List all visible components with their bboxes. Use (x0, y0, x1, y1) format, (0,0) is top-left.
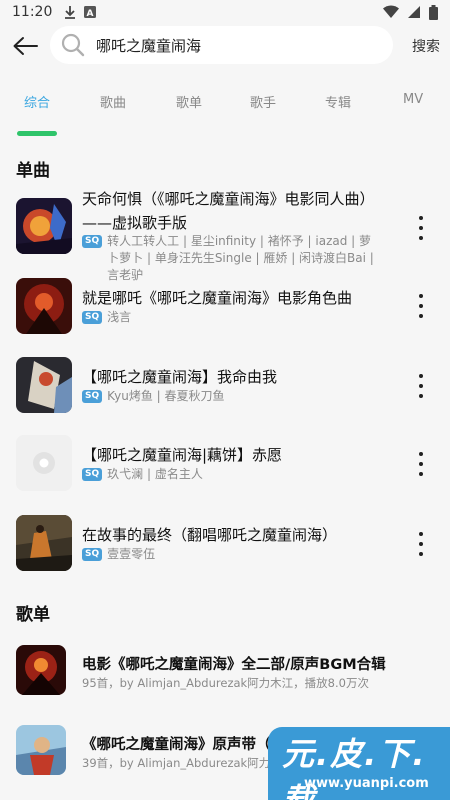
more-dot (419, 236, 423, 240)
result-tabs: 综合 歌曲 歌单 歌手 专辑 MV (0, 92, 450, 118)
more-dot (419, 294, 423, 298)
more-dot (419, 314, 423, 318)
song-cover (16, 515, 72, 571)
song-item[interactable]: 天命何惧（《哪吒之魔童闹海》电影同人曲）——虚拟歌手版 SQ 转人工转人工 | … (0, 190, 450, 282)
svg-text:A: A (87, 9, 94, 18)
song-title: 【哪吒之魔童闹海|藕饼】赤愿 (82, 446, 283, 464)
search-button[interactable]: 搜索 (412, 36, 440, 56)
song-artists: SQ 浅言 (82, 309, 382, 326)
song-artists-text: Kyu烤鱼 | 春夏秋刀鱼 (107, 389, 225, 403)
sq-badge: SQ (82, 311, 103, 324)
watermark-url: www.yuanpi.com (304, 776, 429, 791)
active-tab-indicator (17, 131, 57, 136)
song-artists: SQ 壹壹零伍 (82, 546, 382, 563)
back-button[interactable] (10, 32, 40, 60)
playlist-meta: 95首，by Alimjan_Abdurezak阿力木江，播放8.0万次 (82, 676, 369, 690)
playlist-title: 电影《哪吒之魔童闹海》全二部/原声BGM合辑 (82, 657, 386, 673)
more-dot (419, 226, 423, 230)
search-bar: 搜索 (0, 26, 450, 66)
more-dot (419, 452, 423, 456)
playlist-cover (16, 725, 66, 775)
playlist-item[interactable]: 电影《哪吒之魔童闹海》全二部/原声BGM合辑 95首，by Alimjan_Ab… (0, 640, 450, 710)
more-options-button[interactable] (416, 452, 426, 476)
more-dot (419, 532, 423, 536)
playlist-cover (16, 645, 66, 695)
tab-playlists[interactable]: 歌单 (176, 92, 202, 111)
more-options-button[interactable] (416, 532, 426, 556)
status-bar: 11:20 A (0, 0, 450, 24)
more-dot (419, 374, 423, 378)
song-artists: SQ 玖弋澜 | 虚名主人 (82, 466, 382, 483)
song-artists-text: 壹壹零伍 (107, 547, 156, 561)
more-options-button[interactable] (416, 294, 426, 318)
more-dot (419, 304, 423, 308)
song-artists: SQ Kyu烤鱼 | 春夏秋刀鱼 (82, 388, 382, 405)
search-box[interactable] (50, 26, 393, 64)
more-options-button[interactable] (416, 374, 426, 398)
tab-artists[interactable]: 歌手 (250, 92, 276, 111)
song-cover (16, 278, 72, 334)
more-dot (419, 462, 423, 466)
song-item[interactable]: 【哪吒之魔童闹海|藕饼】赤愿 SQ 玖弋澜 | 虚名主人 (0, 432, 450, 502)
song-artists-text: 浅言 (107, 310, 132, 324)
song-item[interactable]: 就是哪吒《哪吒之魔童闹海》电影角色曲 SQ 浅言 (0, 276, 450, 346)
arrow-left-icon (13, 37, 38, 55)
more-dot (419, 216, 423, 220)
more-dot (419, 394, 423, 398)
status-time: 11:20 (12, 4, 53, 20)
tab-mv[interactable]: MV (403, 92, 423, 107)
sq-badge: SQ (82, 548, 103, 561)
song-title: 就是哪吒《哪吒之魔童闹海》电影角色曲 (82, 289, 353, 307)
song-item[interactable]: 在故事的最终（翻唱哪吒之魔童闹海） SQ 壹壹零伍 (0, 512, 450, 582)
more-dot (419, 542, 423, 546)
tab-songs[interactable]: 歌曲 (100, 92, 126, 111)
tab-albums[interactable]: 专辑 (325, 92, 351, 111)
wifi-icon (383, 5, 399, 18)
search-icon (60, 32, 86, 58)
song-cover (16, 198, 72, 254)
download-icon (65, 6, 76, 19)
search-input[interactable] (96, 36, 376, 54)
song-title: 在故事的最终（翻唱哪吒之魔童闹海） (82, 526, 338, 544)
signal-icon (408, 6, 420, 18)
tab-all[interactable]: 综合 (24, 92, 50, 111)
song-artists-text: 玖弋澜 | 虚名主人 (107, 467, 203, 481)
battery-icon (429, 4, 438, 20)
songs-section-title: 单曲 (16, 161, 50, 181)
a-icon: A (84, 6, 97, 18)
song-title: 【哪吒之魔童闹海】我命由我 (82, 368, 278, 386)
song-cover (16, 357, 72, 413)
song-title: 天命何惧（《哪吒之魔童闹海》电影同人曲）——虚拟歌手版 (82, 190, 375, 232)
playlists-section-title: 歌单 (16, 605, 50, 625)
more-dot (419, 472, 423, 476)
sq-badge: SQ (82, 235, 103, 248)
song-cover-placeholder (16, 435, 72, 491)
song-item[interactable]: 【哪吒之魔童闹海】我命由我 SQ Kyu烤鱼 | 春夏秋刀鱼 (0, 354, 450, 424)
more-dot (419, 384, 423, 388)
sq-badge: SQ (82, 468, 103, 481)
watermark-logo: 元.皮.下.载 www.yuanpi.com (268, 727, 450, 800)
sq-badge: SQ (82, 390, 103, 403)
more-dot (419, 552, 423, 556)
more-options-button[interactable] (416, 216, 426, 240)
